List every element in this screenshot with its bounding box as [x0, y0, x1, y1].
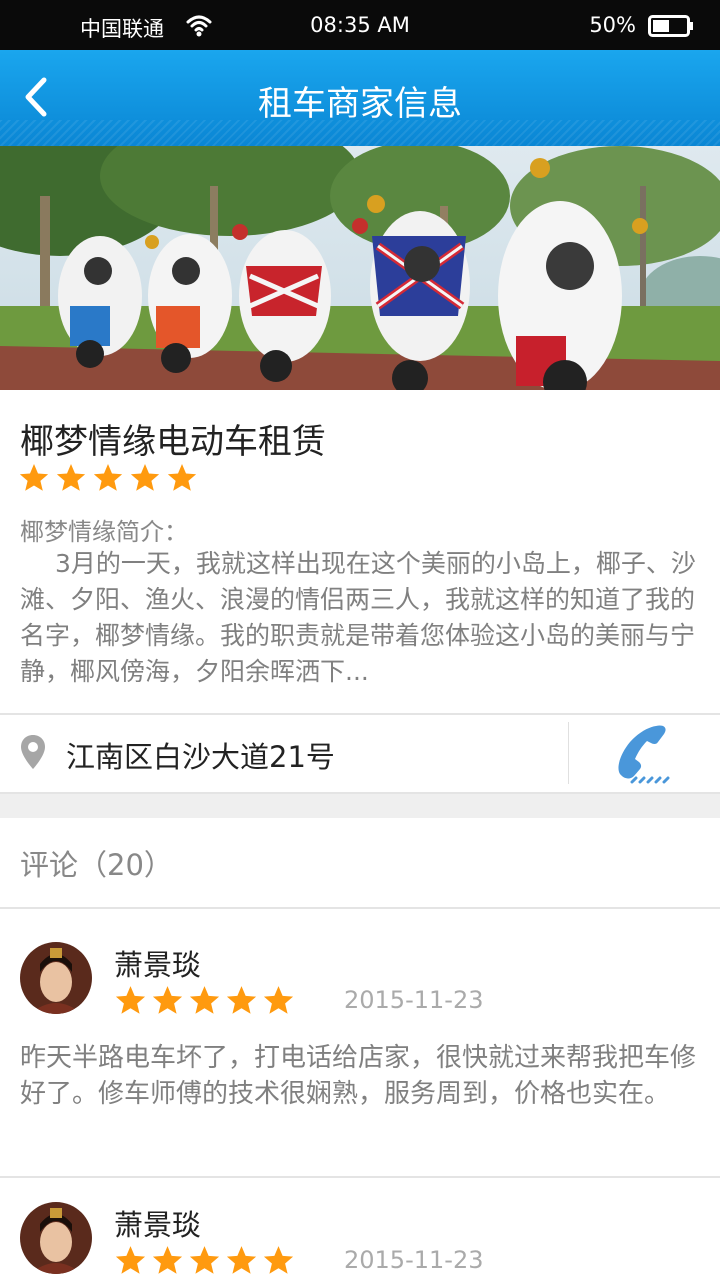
star-icon: [115, 1246, 146, 1274]
star-icon: [263, 986, 294, 1014]
intro-label: 椰梦情缘简介：: [20, 518, 188, 546]
star-icon: [226, 1246, 257, 1274]
star-icon: [226, 986, 257, 1014]
star-icon: [152, 986, 183, 1014]
comments-header: 评论（20）: [20, 848, 173, 882]
nav-bar: 租车商家信息: [0, 50, 720, 146]
comment-item: 萧景琰 2015-11-23 昨天半路电车坏了，打电话给店家，很快就过来帮我把车…: [0, 908, 720, 1176]
phone-call-button[interactable]: [612, 722, 676, 786]
star-icon: [167, 464, 197, 491]
shop-address: 江南区白沙大道21号: [66, 740, 335, 774]
avatar[interactable]: [20, 942, 92, 1014]
status-bar: 中国联通 08:35 AM 50%: [0, 0, 720, 50]
star-icon: [189, 1246, 220, 1274]
separator: [568, 722, 569, 784]
star-icon: [19, 464, 49, 491]
comment-text: 昨天半路电车坏了，打电话给店家，很快就过来帮我把车修好了。修车师傅的技术很娴熟，…: [20, 1043, 697, 1109]
comment-date: 2015-11-23: [344, 986, 484, 1014]
battery-percent: 50%: [589, 13, 636, 37]
shop-rating: [18, 462, 198, 498]
battery-icon: [648, 15, 693, 37]
avatar[interactable]: [20, 1202, 92, 1274]
comment-item: 萧景琰 2015-11-23: [0, 1168, 720, 1280]
section-gap: [0, 794, 720, 818]
divider: [0, 713, 720, 715]
page-title: 租车商家信息: [258, 84, 462, 124]
comment-username: 萧景琰: [114, 948, 202, 982]
star-icon: [115, 986, 146, 1014]
location-pin-icon: [21, 735, 45, 769]
address-row[interactable]: 江南区白沙大道21号: [0, 716, 720, 792]
shop-hero-image: [0, 146, 720, 390]
comment-rating: [114, 984, 295, 1017]
star-icon: [152, 1246, 183, 1274]
comment-username: 萧景琰: [114, 1208, 202, 1242]
star-icon: [189, 986, 220, 1014]
comment-date: 2015-11-23: [344, 1246, 484, 1274]
star-icon: [130, 464, 160, 491]
comment-rating: [114, 1244, 295, 1277]
star-icon: [263, 1246, 294, 1274]
shop-name: 椰梦情缘电动车租赁: [20, 422, 326, 462]
intro-text: 3月的一天，我就这样出现在这个美丽的小岛上，椰子、沙滩、夕阳、渔火、浪漫的情侣两…: [20, 549, 696, 686]
star-icon: [93, 464, 123, 491]
star-icon: [56, 464, 86, 491]
